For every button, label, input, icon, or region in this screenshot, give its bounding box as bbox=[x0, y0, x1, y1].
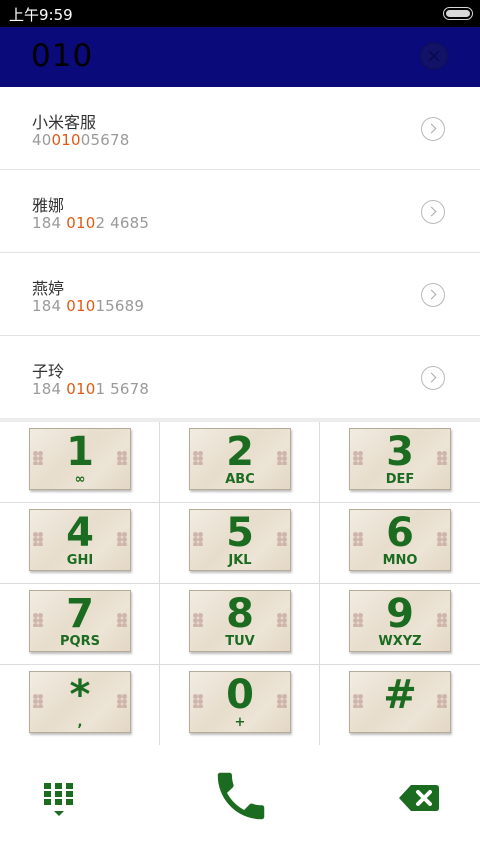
battery-icon bbox=[443, 7, 473, 20]
contact-list: 小米客服 4001005678 雅娜 184 0102 4685 燕婷 184 … bbox=[0, 87, 480, 419]
key-letters: MNO bbox=[382, 553, 418, 568]
dialpad: 1 ∞ 2 ABC 3 DEF 4 GHI 5 JKL 6 MNO 7 PQRS 8 TUV 9… bbox=[0, 418, 480, 746]
voicemail-icon: ∞ bbox=[74, 472, 86, 487]
key-letters: JKL bbox=[228, 553, 252, 568]
number-match: 010 bbox=[66, 297, 96, 315]
contact-number: 184 01015689 bbox=[32, 297, 145, 315]
status-bar: 上午9:59 bbox=[0, 0, 480, 27]
key-digit: 9 bbox=[386, 591, 414, 637]
bottom-bar bbox=[0, 745, 480, 853]
key-digit: 1 bbox=[66, 429, 94, 475]
key-letters: GHI bbox=[66, 553, 94, 568]
contact-name: 燕婷 bbox=[32, 279, 65, 298]
dial-key-1[interactable]: 1 ∞ bbox=[0, 422, 160, 503]
number-match: 010 bbox=[66, 214, 96, 232]
contact-number: 184 0101 5678 bbox=[32, 380, 150, 398]
dial-key-star[interactable]: *, bbox=[0, 665, 160, 746]
contact-row[interactable]: 子玲 184 0101 5678 bbox=[0, 336, 480, 419]
key-letters: TUV bbox=[225, 634, 255, 649]
number-match: 010 bbox=[66, 380, 96, 398]
chevron-right-circle-icon[interactable] bbox=[421, 200, 445, 224]
clear-icon[interactable] bbox=[420, 42, 448, 70]
dial-key-9[interactable]: 9 WXYZ bbox=[320, 584, 480, 665]
contact-name: 小米客服 bbox=[32, 113, 97, 132]
dial-key-5[interactable]: 5 JKL bbox=[160, 503, 320, 584]
contact-name: 雅娜 bbox=[32, 196, 65, 215]
key-digit: 6 bbox=[386, 510, 414, 556]
key-letters: DEF bbox=[385, 472, 415, 487]
key-digit: 5 bbox=[226, 510, 254, 556]
key-digit: * bbox=[69, 672, 91, 718]
search-header: 010 bbox=[0, 27, 480, 87]
contact-number: 4001005678 bbox=[32, 131, 130, 149]
key-digit: 0 bbox=[226, 672, 254, 718]
chevron-right-circle-icon[interactable] bbox=[421, 117, 445, 141]
dial-key-6[interactable]: 6 MNO bbox=[320, 503, 480, 584]
key-digit: # bbox=[383, 672, 417, 718]
number-match: 010 bbox=[51, 131, 81, 149]
dial-key-4[interactable]: 4 GHI bbox=[0, 503, 160, 584]
chevron-right-circle-icon[interactable] bbox=[421, 283, 445, 307]
chevron-right-circle-icon[interactable] bbox=[421, 366, 445, 390]
status-time: 上午9:59 bbox=[9, 6, 73, 24]
key-digit: 7 bbox=[66, 591, 94, 637]
dial-input[interactable]: 010 bbox=[31, 38, 93, 74]
key-letters: , bbox=[77, 715, 83, 730]
contact-row[interactable]: 雅娜 184 0102 4685 bbox=[0, 170, 480, 253]
key-letters: ABC bbox=[225, 472, 255, 487]
key-letters: WXYZ bbox=[378, 634, 422, 649]
contact-row[interactable]: 小米客服 4001005678 bbox=[0, 87, 480, 170]
contact-number: 184 0102 4685 bbox=[32, 214, 150, 232]
dial-key-8[interactable]: 8 TUV bbox=[160, 584, 320, 665]
dial-key-2[interactable]: 2 ABC bbox=[160, 422, 320, 503]
key-digit: 2 bbox=[226, 429, 254, 475]
phone-icon[interactable] bbox=[210, 765, 272, 827]
key-digit: 8 bbox=[226, 591, 254, 637]
dial-key-hash[interactable]: # bbox=[320, 665, 480, 746]
key-digit: 4 bbox=[66, 510, 94, 556]
dial-key-0[interactable]: 0 + bbox=[160, 665, 320, 746]
dial-key-7[interactable]: 7 PQRS bbox=[0, 584, 160, 665]
backspace-icon[interactable] bbox=[398, 783, 440, 813]
contact-name: 子玲 bbox=[32, 362, 65, 381]
dialpad-icon[interactable] bbox=[44, 783, 74, 817]
dial-key-3[interactable]: 3 DEF bbox=[320, 422, 480, 503]
key-letters: PQRS bbox=[60, 634, 100, 649]
contact-row[interactable]: 燕婷 184 01015689 bbox=[0, 253, 480, 336]
key-letters: + bbox=[234, 715, 246, 730]
key-digit: 3 bbox=[386, 429, 414, 475]
